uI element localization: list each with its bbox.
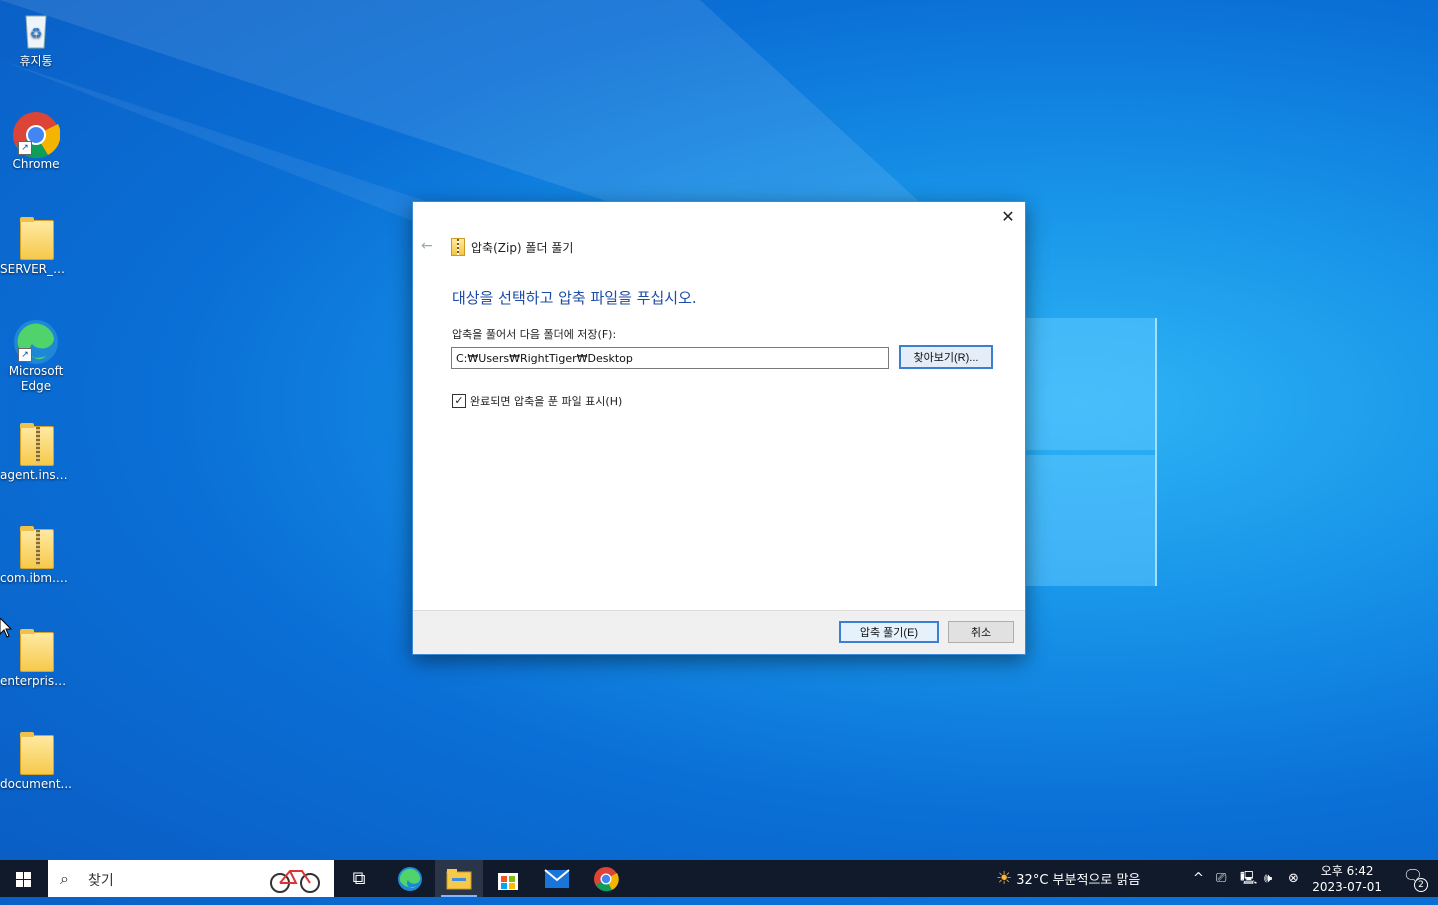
show-files-checkbox-row[interactable]: ✓ 완료되면 압축을 푼 파일 표시(H) — [452, 393, 622, 409]
svg-text:♻: ♻ — [30, 26, 43, 42]
meet-now-icon[interactable]: ⎚ — [1216, 860, 1226, 897]
browse-button[interactable]: 찾아보기(R)... — [899, 345, 993, 369]
show-files-label: 완료되면 압축을 푼 파일 표시(H) — [470, 395, 623, 408]
task-view-icon: ⧉ — [352, 868, 366, 889]
chrome-icon — [594, 867, 619, 892]
status-x-icon[interactable]: ⊗ — [1288, 860, 1299, 897]
dialog-heading: 대상을 선택하고 압축 파일을 푸십시오. — [452, 289, 697, 307]
desktop-icon-label: 휴지통 — [19, 54, 53, 68]
task-view-button[interactable]: ⧉ — [335, 860, 383, 897]
taskbar-file-explorer[interactable] — [435, 860, 483, 897]
dialog-title: 압축(Zip) 폴더 풀기 — [471, 241, 574, 255]
desktop-icon-recycle-bin[interactable]: ♻ 휴지통 — [0, 8, 72, 69]
taskbar: ⌕ 찾기 ⧉ ☀ 32°C 부분적으로 맑음 ^ ⎚ 🖳 🕪 ⊗ 오후 6:42… — [0, 860, 1438, 897]
folder-icon — [16, 628, 56, 672]
desktop-icon-label: Chrome — [12, 157, 60, 171]
taskbar-mail[interactable] — [533, 860, 581, 897]
taskbar-chrome[interactable] — [582, 860, 630, 897]
weather-widget[interactable]: ☀ 32°C 부분적으로 맑음 — [996, 860, 1140, 897]
recycle-bin-icon: ♻ — [16, 8, 56, 52]
file-icon — [16, 216, 56, 260]
destination-label: 압축을 풀어서 다음 폴더에 저장(F): — [452, 328, 617, 341]
show-files-checkbox[interactable]: ✓ — [452, 394, 466, 408]
notification-center-button[interactable]: 🗨 2 — [1402, 866, 1428, 892]
desktop-icon-edge[interactable]: ↗ Microsoft Edge — [0, 318, 72, 394]
start-button[interactable] — [0, 860, 46, 897]
folder-icon — [16, 731, 56, 775]
desktop-icon-document[interactable]: document... — [0, 731, 72, 792]
desktop-icon-chrome[interactable]: ↗ Chrome — [0, 111, 72, 172]
desktop-icon-agent-install[interactable]: agent.instal... — [0, 422, 72, 483]
edge-icon — [398, 867, 422, 891]
notification-count: 2 — [1414, 878, 1428, 892]
clock-time: 오후 6:42 — [1320, 864, 1374, 878]
search-icon: ⌕ — [60, 869, 69, 888]
extract-button[interactable]: 압축 풀기(E) — [839, 621, 939, 643]
cancel-button[interactable]: 취소 — [948, 621, 1014, 643]
mouse-cursor-icon — [0, 618, 12, 638]
destination-path-input[interactable] — [451, 347, 889, 369]
desktop-icon-label: document... — [0, 777, 72, 791]
close-button[interactable]: ✕ — [997, 206, 1019, 228]
zip-folder-icon — [16, 525, 56, 569]
file-explorer-icon — [446, 869, 472, 890]
clock-date: 2023-07-01 — [1312, 880, 1382, 894]
taskbar-search-box[interactable]: ⌕ 찾기 — [48, 860, 334, 897]
mail-icon — [544, 869, 570, 888]
desktop-icon-com-ibm[interactable]: com.ibm.d... — [0, 525, 72, 586]
weather-sun-icon: ☀ — [996, 868, 1013, 889]
extract-zip-dialog: ✕ ← 압축(Zip) 폴더 풀기 대상을 선택하고 압축 파일을 푸십시오. … — [412, 201, 1026, 655]
edge-icon: ↗ — [14, 318, 58, 364]
network-icon[interactable]: 🖳 — [1240, 860, 1257, 897]
desktop-icon-label: Microsoft Edge — [8, 364, 64, 393]
bicycle-icon — [270, 870, 320, 893]
show-hidden-icons-button[interactable]: ^ — [1193, 860, 1204, 897]
shortcut-arrow-icon: ↗ — [18, 348, 32, 362]
shortcut-arrow-icon: ↗ — [18, 141, 32, 155]
volume-icon[interactable]: 🕪 — [1264, 860, 1272, 897]
taskbar-clock[interactable]: 오후 6:42 2023-07-01 — [1312, 863, 1382, 895]
chrome-icon: ↗ — [13, 111, 61, 159]
weather-text: 32°C 부분적으로 맑음 — [1016, 873, 1141, 888]
desktop-icon-label: com.ibm.d... — [0, 571, 72, 585]
desktop-icon-server-dec[interactable]: SERVER_DEC — [0, 216, 72, 277]
desktop-icon-label: SERVER_DEC — [0, 262, 72, 276]
taskbar-store[interactable] — [484, 860, 532, 897]
store-icon — [498, 873, 518, 890]
dialog-footer: 압축 풀기(E) 취소 — [413, 610, 1025, 654]
desktop-icon-label: agent.instal... — [0, 468, 72, 482]
back-arrow-icon[interactable]: ← — [421, 238, 433, 254]
search-placeholder: 찾기 — [88, 873, 114, 889]
zip-folder-icon — [451, 238, 465, 256]
chevron-up-icon: ^ — [1193, 871, 1204, 886]
zip-folder-icon — [16, 422, 56, 466]
taskbar-edge[interactable] — [386, 860, 434, 897]
desktop-icon-label: enterprise... — [0, 674, 72, 688]
